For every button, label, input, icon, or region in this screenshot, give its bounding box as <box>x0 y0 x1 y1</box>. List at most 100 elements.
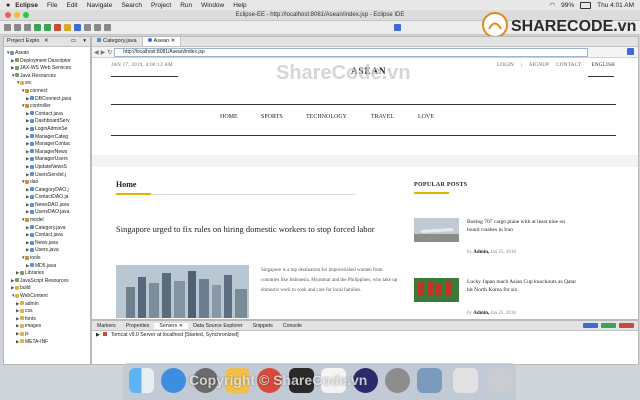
nav-travel[interactable]: TRAVEL <box>371 114 418 120</box>
perspective-icon[interactable] <box>394 24 401 31</box>
back-icon[interactable]: ◀ <box>94 49 99 56</box>
tree-item[interactable]: ▶ DBConnect.java <box>4 95 90 103</box>
login-link[interactable]: LOGIN <box>497 63 514 68</box>
post-author[interactable]: Admin, <box>473 250 489 255</box>
tree-item[interactable]: ▼ src <box>4 79 90 87</box>
tree-item[interactable]: ▶ UsersServlet.j <box>4 171 90 179</box>
menu-run[interactable]: Run <box>180 2 192 9</box>
forward-icon[interactable] <box>104 24 111 31</box>
tree-item[interactable]: ▶ NewsDAO.java <box>4 201 90 209</box>
menu-project[interactable]: Project <box>151 2 171 9</box>
article-image[interactable] <box>116 265 249 318</box>
save-icon[interactable] <box>14 24 21 31</box>
clock[interactable]: Thu 4:01 AM <box>597 2 634 9</box>
tab-asean[interactable]: Asean ✕ <box>142 37 182 46</box>
expand-arrow-icon[interactable]: ▶ <box>96 332 100 338</box>
view-menu-icon[interactable]: ▾ <box>83 37 86 46</box>
menu-search[interactable]: Search <box>121 2 142 9</box>
tree-item[interactable]: ▼ WebContent <box>4 292 90 300</box>
tree-item[interactable]: ▶ CategoryDAO.j <box>4 186 90 194</box>
tree-item[interactable]: ▶ images <box>4 322 90 330</box>
popular-post-2[interactable]: Lucky Japan reach Asian Cup knockouts as… <box>414 278 614 318</box>
settings-icon[interactable] <box>385 368 410 393</box>
tree-item[interactable]: ▶ LoginAdminSe <box>4 125 90 133</box>
forward-icon[interactable]: ▶ <box>101 49 106 56</box>
nav-home[interactable]: HOME <box>220 114 261 120</box>
new-icon[interactable] <box>4 24 11 31</box>
menu-help[interactable]: Help <box>233 2 246 9</box>
apple-icon[interactable]: ● <box>6 2 10 9</box>
tree-item[interactable]: ▼ controller <box>4 102 90 110</box>
menu-navigate[interactable]: Navigate <box>87 2 113 9</box>
print-icon[interactable] <box>24 24 31 31</box>
tree-item[interactable]: ▶ ManagerContac <box>4 140 90 148</box>
tab-snippets[interactable]: Snippets <box>248 323 278 329</box>
refresh-icon[interactable]: ↻ <box>107 49 112 56</box>
tree-item[interactable]: ▼ dao <box>4 178 90 186</box>
tree-item[interactable]: ▶ ManagerCateg <box>4 133 90 141</box>
close-icon[interactable]: ✕ <box>44 38 49 44</box>
tree-item[interactable]: ▶ css <box>4 307 90 315</box>
tree-item[interactable]: ▼ model <box>4 216 90 224</box>
tree-item[interactable]: ▶ Libraries <box>4 269 90 277</box>
url-input[interactable]: http://localhost:8081/Asean/index.jsp <box>114 47 589 57</box>
tree-item[interactable]: ▼ Java Resources <box>4 72 90 80</box>
stop-icon[interactable] <box>54 24 61 31</box>
tree-item[interactable]: ▶ Deployment Descriptor <box>4 57 90 65</box>
debug-icon[interactable] <box>34 24 41 31</box>
nav-sports[interactable]: SPORTS <box>261 114 306 120</box>
tree-item[interactable]: ▶ build <box>4 284 90 292</box>
tree-item[interactable]: ▶ News.java <box>4 239 90 247</box>
tab-servers[interactable]: Servers ✕ <box>154 322 189 329</box>
tab-markers[interactable]: Markers <box>92 323 121 329</box>
debug-server-icon[interactable] <box>583 323 598 328</box>
language-link[interactable]: ENGLISH <box>592 63 616 68</box>
menu-edit[interactable]: Edit <box>66 2 77 9</box>
menu-window[interactable]: Window <box>201 2 224 9</box>
new-class-icon[interactable] <box>74 24 81 31</box>
search-icon[interactable] <box>84 24 91 31</box>
tree-item[interactable]: ▶ MD5.java <box>4 262 90 270</box>
tab-properties[interactable]: Properties <box>121 323 155 329</box>
popular-post-1[interactable]: Boeing 707 cargo plane with at least nin… <box>414 218 614 260</box>
document-icon[interactable] <box>453 368 478 393</box>
article-headline[interactable]: Singapore urged to fix rules on hiring d… <box>116 222 398 236</box>
tree-item[interactable]: ▶ ManagerNews <box>4 148 90 156</box>
wifi-icon[interactable]: ◠ <box>549 1 555 9</box>
tree-item[interactable]: ▼ tools <box>4 254 90 262</box>
nav-technology[interactable]: TECHNOLOGY <box>306 114 371 120</box>
tab-data-source-explorer[interactable]: Data Source Explorer <box>188 323 248 329</box>
start-server-icon[interactable] <box>601 323 616 328</box>
contact-link[interactable]: CONTACT <box>556 63 581 68</box>
collapse-all-icon[interactable]: ▭ <box>71 37 76 46</box>
tree-item[interactable]: ▶ Contact.java <box>4 231 90 239</box>
tree-item[interactable]: ▶ js <box>4 330 90 338</box>
tree-item[interactable]: ▶ UpdateNewsS <box>4 163 90 171</box>
menu-app-eclipse[interactable]: Eclipse <box>15 2 38 9</box>
tree-item[interactable]: ▶ JAX-WS Web Services <box>4 64 90 72</box>
back-icon[interactable] <box>94 24 101 31</box>
post-author[interactable]: Admin, <box>473 311 489 316</box>
tab-category-java[interactable]: Category.java <box>92 37 143 46</box>
tree-item[interactable]: ▶ ManagerUsers <box>4 155 90 163</box>
safari-icon[interactable] <box>161 368 186 393</box>
minimize-window-button[interactable] <box>14 12 20 18</box>
finder-icon[interactable] <box>129 368 154 393</box>
trash-icon[interactable] <box>487 368 512 393</box>
tree-item[interactable]: ▶ JavaScript Resources <box>4 277 90 285</box>
go-button[interactable] <box>627 48 634 55</box>
tree-item[interactable]: ▼ connect <box>4 87 90 95</box>
menu-file[interactable]: File <box>47 2 57 9</box>
tree-item[interactable]: ▶ UsersDAO.java <box>4 208 90 216</box>
tree-item[interactable]: ▶ Users.java <box>4 246 90 254</box>
run-icon[interactable] <box>44 24 51 31</box>
post-title[interactable]: Lucky Japan reach Asian Cup knockouts as… <box>467 278 577 294</box>
tree-item[interactable]: ▶ Contact.java <box>4 110 90 118</box>
server-row[interactable]: ▶ Tomcat v9.0 Server at localhost [Start… <box>92 331 638 339</box>
project-explorer-title[interactable]: Project Explo <box>7 38 39 44</box>
tree-item[interactable]: ▶ META-INF <box>4 338 90 346</box>
tree-item[interactable]: ▼ Asean <box>4 49 90 57</box>
tree-item[interactable]: ▶ fonts <box>4 315 90 323</box>
signup-link[interactable]: SIGNUP <box>529 63 549 68</box>
tree-item[interactable]: ▶ DashboardServ <box>4 117 90 125</box>
